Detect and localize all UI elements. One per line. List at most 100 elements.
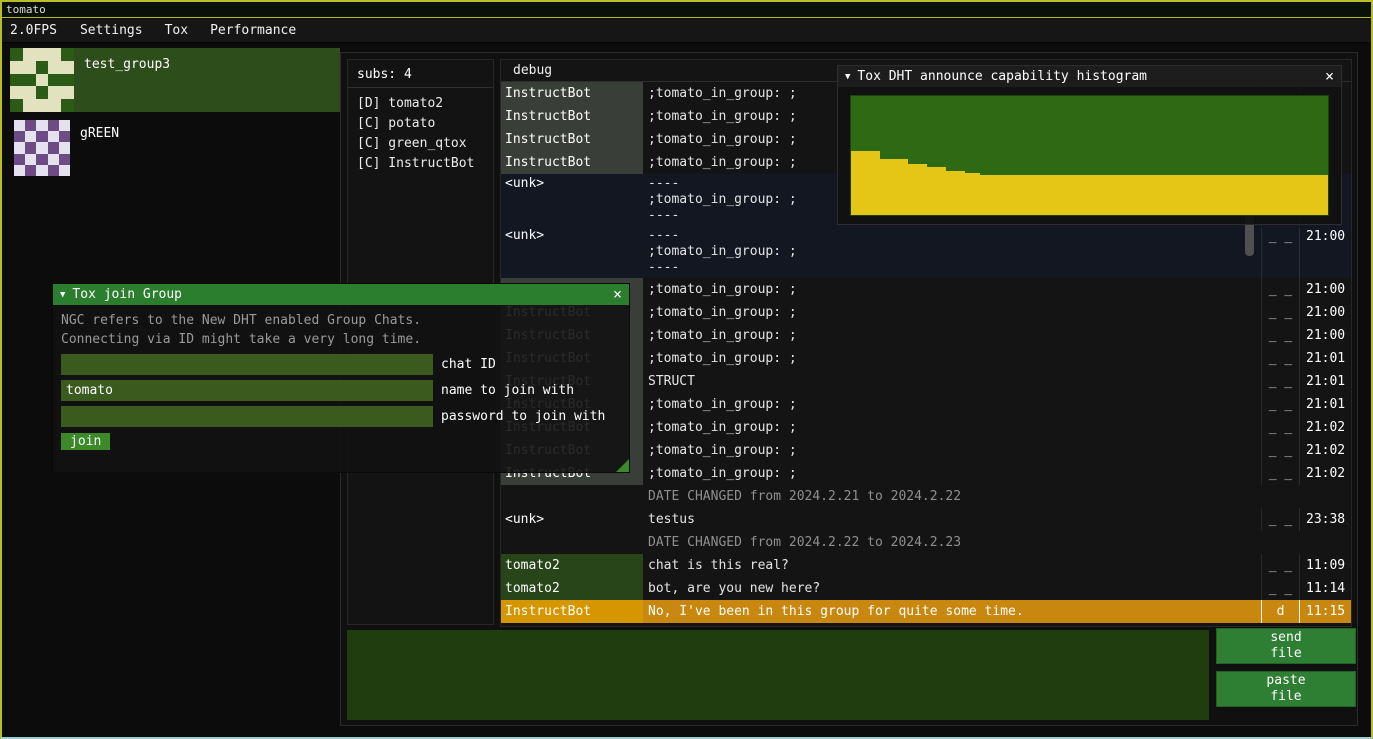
close-icon[interactable]: ×	[613, 287, 622, 302]
chat-author: InstructBot	[501, 82, 643, 105]
menu-item-settings[interactable]: Settings	[69, 23, 154, 38]
histogram-bar	[851, 151, 880, 215]
histogram-collapse-arrow-icon[interactable]: ▼	[845, 72, 850, 82]
histogram-bar	[965, 173, 979, 215]
chat-author: tomato2	[501, 577, 643, 600]
chat-row[interactable]: DATE CHANGED from 2024.2.22 to 2024.2.23	[501, 531, 1351, 554]
menu-items: SettingsToxPerformance	[69, 23, 307, 38]
compose-input[interactable]	[347, 630, 1209, 720]
chat-time: 21:02	[1299, 416, 1351, 439]
menu-item-performance[interactable]: Performance	[199, 23, 307, 38]
chat-time: 21:00	[1299, 278, 1351, 301]
chat-message: ;tomato_in_group: ;	[643, 347, 1261, 370]
chat-author: InstructBot	[501, 151, 643, 174]
chat-time: 21:02	[1299, 439, 1351, 462]
chat-status: _ _	[1261, 462, 1299, 485]
group-avatar	[14, 120, 70, 176]
chat-time: 21:01	[1299, 370, 1351, 393]
group-name: test_group3	[84, 48, 170, 72]
chat-row[interactable]: <unk>testus_ _23:38	[501, 508, 1351, 531]
chat-time: 11:15	[1299, 600, 1351, 623]
chat-id-label: chat ID	[441, 357, 496, 372]
chat-status: _ _	[1261, 508, 1299, 531]
chat-time: 21:01	[1299, 393, 1351, 416]
send-file-button[interactable]: send file	[1216, 628, 1356, 664]
histogram-bar	[946, 171, 965, 215]
chat-row[interactable]: <unk>----;tomato_in_group: ;----_ _21:00	[501, 226, 1351, 278]
subs-list: [D] tomato2[C] potato[C] green_qtox[C] I…	[348, 94, 493, 174]
join-password-label: password to join with	[441, 409, 605, 424]
chat-author: InstructBot	[501, 600, 643, 623]
chat-time: 21:00	[1299, 301, 1351, 324]
date-changed-text: DATE CHANGED from 2024.2.21 to 2024.2.22	[643, 485, 1261, 508]
chat-row[interactable]: tomato2chat is this real?_ _11:09	[501, 554, 1351, 577]
histogram-bar	[880, 159, 909, 215]
chat-message: ;tomato_in_group: ;	[643, 439, 1261, 462]
paste-file-button[interactable]: paste file	[1216, 671, 1356, 707]
chat-time	[1299, 485, 1351, 508]
chat-message: ;tomato_in_group: ;	[643, 416, 1261, 439]
group-avatar	[10, 48, 74, 112]
join-name-input[interactable]	[61, 380, 433, 401]
sub-item[interactable]: [C] InstructBot	[348, 154, 493, 174]
histogram-close-icon[interactable]: ×	[1325, 69, 1334, 84]
chat-message: No, I've been in this group for quite so…	[643, 600, 1261, 623]
chat-author: InstructBot	[501, 128, 643, 151]
chat-message: STRUCT	[643, 370, 1261, 393]
histogram-bar	[927, 167, 946, 215]
chat-status: _ _	[1261, 416, 1299, 439]
window-title: tomato	[6, 3, 46, 16]
sub-item[interactable]: [C] green_qtox	[348, 134, 493, 154]
app-window: tomato 2.0FPS SettingsToxPerformance tes…	[0, 0, 1373, 739]
chat-author	[501, 531, 643, 554]
chat-time: 23:38	[1299, 508, 1351, 531]
join-group-window: ▼ Tox join Group × NGC refers to the New…	[52, 283, 630, 473]
chat-time: 21:02	[1299, 462, 1351, 485]
chat-status: _ _	[1261, 228, 1299, 278]
histogram-title: Tox DHT announce capability histogram	[857, 69, 1147, 84]
histogram-bar	[908, 164, 927, 215]
chat-row[interactable]: InstructBotNo, I've been in this group f…	[501, 600, 1351, 623]
chat-time	[1299, 531, 1351, 554]
group-row[interactable]: gREEN	[10, 117, 340, 181]
chat-row[interactable]: DATE CHANGED from 2024.2.21 to 2024.2.22	[501, 485, 1351, 508]
histogram-titlebar[interactable]: ▼ Tox DHT announce capability histogram …	[838, 66, 1341, 87]
chat-message: bot, are you new here?	[643, 577, 1261, 600]
chat-row[interactable]: tomato2bot, are you new here?_ _11:14	[501, 577, 1351, 600]
menubar: 2.0FPS SettingsToxPerformance	[2, 19, 1371, 43]
collapse-arrow-icon[interactable]: ▼	[60, 290, 65, 300]
titlebar: tomato	[2, 2, 1371, 18]
chat-status	[1261, 485, 1299, 508]
chat-message: testus	[643, 508, 1261, 531]
chat-author: <unk>	[501, 508, 643, 531]
join-password-input[interactable]	[61, 406, 433, 427]
roster: test_group3 gREEN	[10, 48, 340, 186]
chat-message: chat is this real?	[643, 554, 1261, 577]
fps-indicator[interactable]: 2.0FPS	[2, 23, 69, 38]
chat-author	[501, 485, 643, 508]
histogram-window: ▼ Tox DHT announce capability histogram …	[837, 65, 1342, 225]
sub-item[interactable]: [C] potato	[348, 114, 493, 134]
join-group-titlebar[interactable]: ▼ Tox join Group ×	[53, 284, 629, 305]
chat-status: _ _	[1261, 554, 1299, 577]
group-name: gREEN	[80, 117, 119, 141]
chat-status: _ _	[1261, 370, 1299, 393]
chat-status: _ _	[1261, 439, 1299, 462]
chat-time: 21:00	[1299, 324, 1351, 347]
chat-id-input[interactable]	[61, 354, 433, 375]
join-button[interactable]: join	[61, 433, 110, 450]
tab-debug[interactable]: debug	[501, 63, 564, 78]
chat-message: ;tomato_in_group: ;	[643, 301, 1261, 324]
resize-grip[interactable]	[616, 459, 629, 472]
chat-status: _ _	[1261, 347, 1299, 370]
chat-message: ;tomato_in_group: ;	[643, 462, 1261, 485]
menu-item-tox[interactable]: Tox	[154, 23, 199, 38]
histogram-plot	[850, 95, 1329, 216]
sub-item[interactable]: [D] tomato2	[348, 94, 493, 114]
chat-author: InstructBot	[501, 105, 643, 128]
group-row[interactable]: test_group3	[10, 48, 340, 112]
join-group-title: Tox join Group	[72, 287, 182, 302]
chat-status	[1261, 531, 1299, 554]
subs-separator	[348, 87, 493, 88]
date-changed-text: DATE CHANGED from 2024.2.22 to 2024.2.23	[643, 531, 1261, 554]
